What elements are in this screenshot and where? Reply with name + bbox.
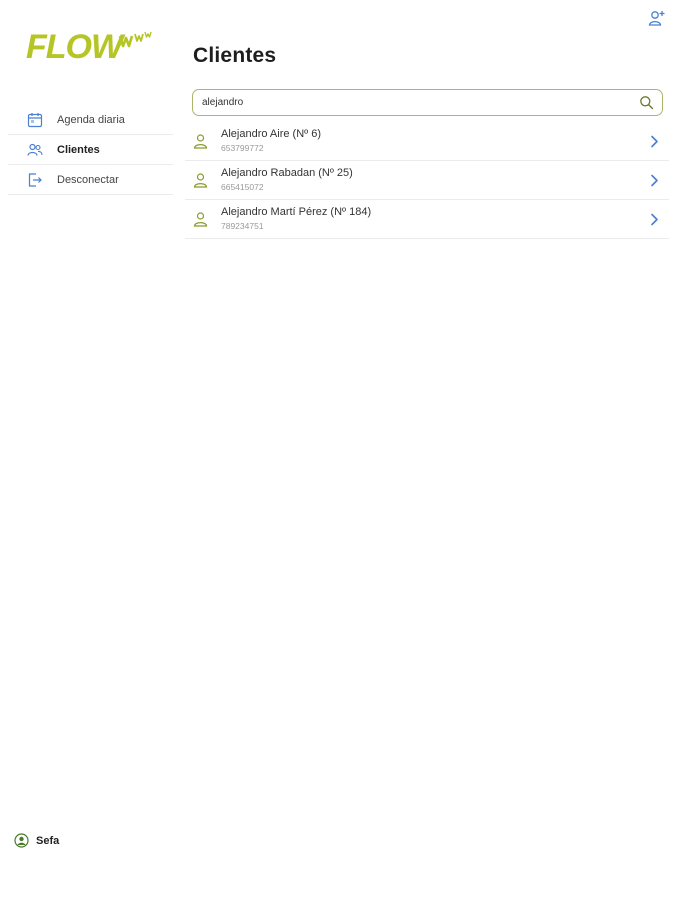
client-row[interactable]: Alejandro Rabadan (Nº 25) 665415072 [185,161,669,200]
client-row[interactable]: Alejandro Aire (Nº 6) 653799772 [185,122,669,161]
chevron-right-icon [650,135,659,148]
chevron-right-icon [650,213,659,226]
client-phone: 789234751 [221,221,264,231]
calendar-icon [26,111,44,129]
search-icon[interactable] [639,95,654,110]
search-box [192,89,663,116]
sidebar-item-label: Agenda diaria [57,113,125,126]
client-row[interactable]: Alejandro Martí Pérez (Nº 184) 789234751 [185,200,669,239]
user-circle-icon [14,833,29,848]
sidebar-item-agenda[interactable]: Agenda diaria [8,105,173,135]
svg-text:FLOW: FLOW [26,28,126,66]
flow-logo: FLOW [26,26,154,66]
user-icon [193,211,208,227]
logout-icon [26,171,44,189]
client-phone: 653799772 [221,143,264,153]
users-icon [26,141,44,159]
search-input[interactable] [202,97,639,108]
sidebar-nav: Agenda diaria Clientes Desconectar [8,105,173,195]
user-icon [193,133,208,149]
client-name: Alejandro Martí Pérez (Nº 184) [221,206,372,218]
page-title: Clientes [193,44,277,67]
sidebar-item-label: Desconectar [57,173,119,186]
client-phone: 665415072 [221,182,264,192]
client-name: Alejandro Rabadan (Nº 25) [221,167,353,179]
user-icon [193,172,208,188]
current-user[interactable]: Sefa [14,833,59,848]
sidebar-item-desconectar[interactable]: Desconectar [8,165,173,195]
client-name: Alejandro Aire (Nº 6) [221,128,322,140]
sidebar-item-clientes[interactable]: Clientes [8,135,173,165]
sidebar: FLOW Agenda diaria Clientes Desconectar … [0,0,175,900]
user-name: Sefa [36,834,60,847]
sidebar-item-label: Clientes [57,143,100,156]
chevron-right-icon [650,174,659,187]
clients-list: Alejandro Aire (Nº 6) 653799772 Alejandr… [185,122,669,239]
user-plus-icon [648,11,665,26]
add-user-icon[interactable] [648,9,666,27]
